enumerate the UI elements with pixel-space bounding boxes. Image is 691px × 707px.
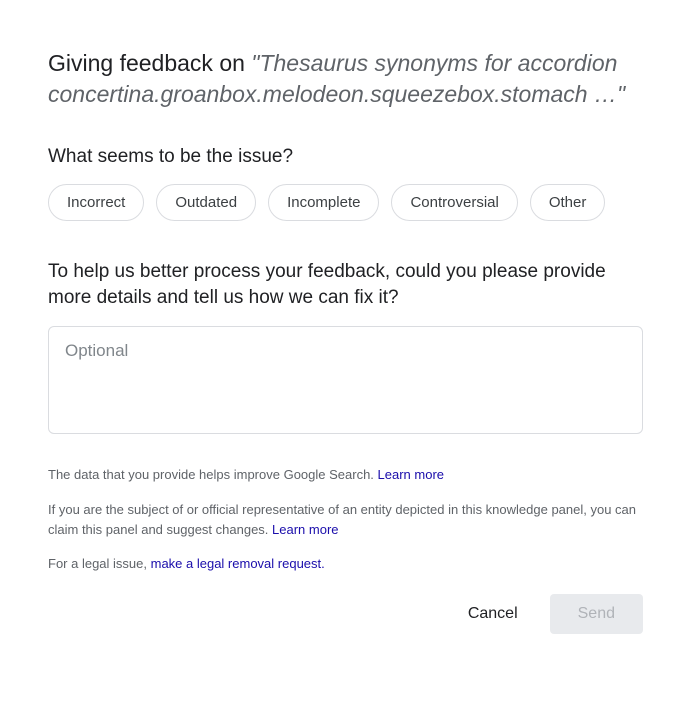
disclaimer-data-text: The data that you provide helps improve … bbox=[48, 467, 378, 482]
disclaimer-legal: For a legal issue, make a legal removal … bbox=[48, 554, 643, 574]
disclaimer-data: The data that you provide helps improve … bbox=[48, 465, 643, 485]
disclaimer-legal-text: For a legal issue, bbox=[48, 556, 151, 571]
chip-incomplete[interactable]: Incomplete bbox=[268, 184, 379, 221]
legal-removal-link[interactable]: make a legal removal request. bbox=[151, 556, 325, 571]
disclaimer-claim: If you are the subject of or official re… bbox=[48, 500, 643, 540]
issue-chip-group: Incorrect Outdated Incomplete Controvers… bbox=[48, 184, 643, 221]
chip-outdated[interactable]: Outdated bbox=[156, 184, 256, 221]
disclaimer-claim-text: If you are the subject of or official re… bbox=[48, 502, 636, 537]
feedback-title: Giving feedback on "Thesaurus synonyms f… bbox=[48, 48, 643, 110]
details-label: To help us better process your feedback,… bbox=[48, 259, 643, 310]
learn-more-link-2[interactable]: Learn more bbox=[272, 522, 338, 537]
chip-other[interactable]: Other bbox=[530, 184, 606, 221]
details-textarea[interactable] bbox=[48, 326, 643, 434]
send-button[interactable]: Send bbox=[550, 594, 643, 634]
chip-incorrect[interactable]: Incorrect bbox=[48, 184, 144, 221]
issue-label: What seems to be the issue? bbox=[48, 146, 643, 168]
title-prefix: Giving feedback on bbox=[48, 50, 251, 76]
cancel-button[interactable]: Cancel bbox=[450, 595, 536, 633]
action-row: Cancel Send bbox=[48, 594, 643, 634]
learn-more-link-1[interactable]: Learn more bbox=[378, 467, 444, 482]
chip-controversial[interactable]: Controversial bbox=[391, 184, 517, 221]
